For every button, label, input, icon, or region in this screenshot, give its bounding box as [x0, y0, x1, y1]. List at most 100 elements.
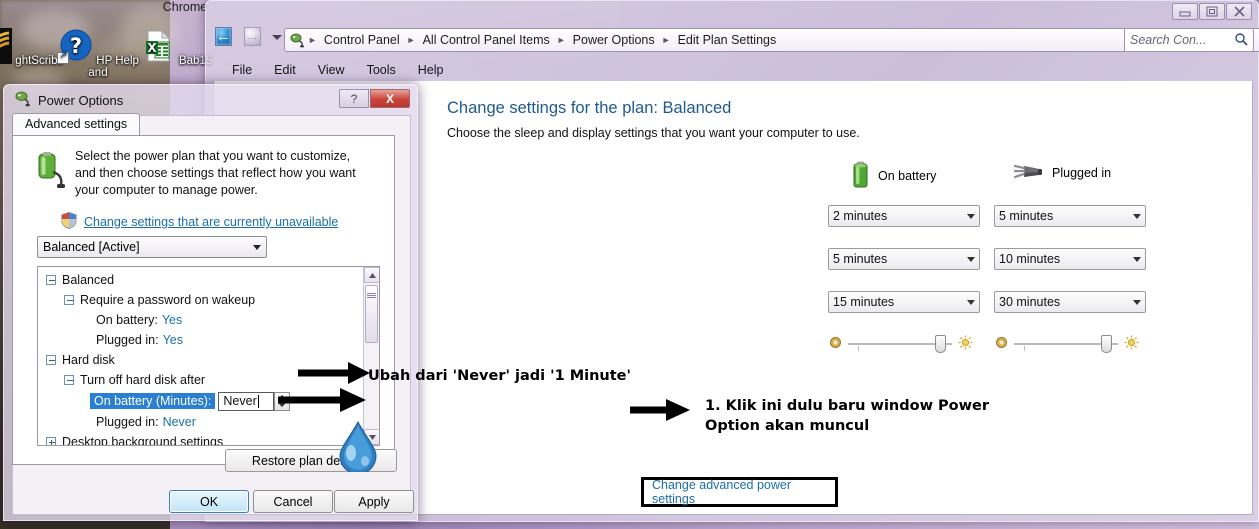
dim-display-battery-select[interactable]: 2 minutes — [828, 205, 980, 227]
turn-off-display-plugged-select[interactable]: 10 minutes — [994, 248, 1146, 270]
svg-text:X: X — [147, 41, 157, 55]
apply-button[interactable]: Apply — [334, 490, 414, 513]
select-value: 2 minutes — [833, 209, 888, 223]
dialog-cancel-button[interactable]: Cancel — [253, 490, 333, 513]
select-value: 15 minutes — [833, 295, 895, 309]
tree-scrollbar[interactable] — [363, 267, 379, 445]
forward-button[interactable]: → — [244, 27, 261, 46]
advanced-settings-tree[interactable]: Balanced Require a password on wakeup On… — [37, 266, 380, 446]
brightness-high-icon — [1124, 335, 1139, 353]
tree-label: Desktop background settings — [62, 435, 224, 446]
minimize-icon[interactable] — [1172, 3, 1198, 20]
search-placeholder: Search Con... — [1130, 33, 1207, 47]
minutes-spinner-input[interactable]: Never — [218, 391, 275, 411]
maximize-icon[interactable] — [1199, 3, 1225, 20]
explorer-titlebar — [206, 1, 1258, 23]
help-icon: ? — [350, 91, 358, 106]
advanced-link-label: Change advanced power settings — [652, 478, 791, 506]
chevron-down-icon — [967, 256, 975, 262]
menu-help[interactable]: Help — [409, 61, 453, 79]
tree-value[interactable]: Yes — [163, 333, 183, 347]
breadcrumb-all-items[interactable]: All Control Panel Items — [419, 32, 554, 48]
turn-off-display-battery-select[interactable]: 5 minutes — [828, 248, 980, 270]
tab-label: Advanced settings — [25, 117, 128, 131]
change-advanced-power-settings-link[interactable]: Change advanced power settings — [641, 477, 838, 507]
back-button[interactable]: ← — [215, 27, 232, 46]
dialog-close-button[interactable]: X — [370, 89, 410, 108]
dim-display-plugged-select[interactable]: 5 minutes — [994, 205, 1146, 227]
ok-label: OK — [199, 494, 219, 509]
tree-item-harddisk-plugged-in[interactable]: Plugged in: Never — [42, 412, 364, 432]
slider-track[interactable] — [848, 335, 952, 353]
tree-item-desktop-background-settings[interactable]: Desktop background settings — [42, 432, 364, 446]
select-value: 10 minutes — [999, 252, 1061, 266]
slider-thumb[interactable] — [1101, 335, 1112, 353]
slider-track[interactable] — [1014, 335, 1118, 353]
brightness-low-icon — [829, 336, 842, 352]
scroll-up-icon[interactable] — [364, 267, 379, 283]
water-droplet-cursor — [339, 420, 377, 472]
tree-value[interactable]: Yes — [162, 313, 182, 327]
svg-text:?: ? — [70, 34, 82, 58]
annotation-text-1: Ubah dari 'Never' jadi '1 Minute' — [368, 368, 631, 384]
cancel-label: Cancel — [273, 494, 313, 509]
menu-view[interactable]: View — [309, 61, 354, 79]
tab-advanced-settings[interactable]: Advanced settings — [12, 113, 141, 136]
dialog-tabstrip: Advanced settings — [12, 113, 395, 136]
search-icon — [1234, 32, 1248, 49]
advanced-settings-panel: Select the power plan that you want to c… — [12, 135, 397, 472]
tree-label: Hard disk — [62, 353, 115, 367]
tree-label-selected: On battery (Minutes): — [90, 393, 216, 409]
slider-thumb[interactable] — [935, 335, 946, 353]
dialog-window-controls: ? X — [339, 89, 410, 108]
tree-label: Balanced — [62, 273, 115, 287]
tree-item-password-plugged-in[interactable]: Plugged in: Yes — [42, 330, 364, 350]
expander-minus-icon[interactable] — [64, 375, 74, 385]
plan-select-value: Balanced [Active] — [43, 240, 140, 254]
help-button[interactable]: ? — [339, 89, 369, 108]
scrollbar-grip — [367, 293, 376, 298]
expander-plus-icon[interactable] — [46, 437, 56, 445]
power-options-icon — [289, 32, 305, 48]
breadcrumb-edit-plan-settings[interactable]: Edit Plan Settings — [674, 32, 781, 48]
battery-icon — [852, 161, 869, 191]
brightness-slider-battery[interactable] — [829, 335, 973, 353]
tree-label: Plugged in: — [96, 333, 159, 347]
power-options-icon — [14, 90, 31, 110]
tree-item-balanced[interactable]: Balanced — [42, 270, 364, 290]
breadcrumb-power-options[interactable]: Power Options — [569, 32, 659, 48]
recent-pages-chevron-icon[interactable] — [272, 35, 282, 40]
close-icon[interactable] — [1226, 3, 1252, 20]
search-input[interactable]: Search Con... — [1124, 28, 1254, 52]
chevron-down-icon — [1133, 213, 1141, 219]
power-plug-icon — [1013, 161, 1043, 184]
menu-edit[interactable]: Edit — [265, 61, 305, 79]
lightscribe-icon — [0, 28, 13, 64]
sleep-plugged-select[interactable]: 30 minutes — [994, 291, 1146, 313]
breadcrumb-control-panel[interactable]: Control Panel — [320, 32, 404, 48]
change-unavailable-link-label: Change settings that are currently unava… — [84, 215, 339, 229]
power-plan-select[interactable]: Balanced [Active] — [37, 236, 267, 258]
brightness-slider-plugged[interactable] — [995, 335, 1139, 353]
breadcrumb-sep: ► — [661, 35, 671, 45]
sleep-battery-select[interactable]: 15 minutes — [828, 291, 980, 313]
brightness-high-icon — [958, 335, 973, 353]
tree-label: Plugged in: — [96, 415, 159, 429]
expander-minus-icon[interactable] — [64, 295, 74, 305]
tree-value[interactable]: Never — [163, 415, 196, 429]
expander-minus-icon[interactable] — [46, 355, 56, 365]
menu-file[interactable]: File — [223, 61, 261, 79]
menu-tools[interactable]: Tools — [358, 61, 405, 79]
page-title: Change settings for the plan: Balanced — [447, 99, 732, 117]
expander-minus-icon[interactable] — [46, 275, 56, 285]
tree-item-password-on-battery[interactable]: On battery: Yes — [42, 310, 364, 330]
ok-button[interactable]: OK — [169, 490, 249, 513]
brightness-low-icon — [995, 336, 1008, 352]
battery-plug-icon — [35, 150, 69, 190]
chevron-down-icon — [967, 299, 975, 305]
change-unavailable-settings-link[interactable]: Change settings that are currently unava… — [61, 211, 339, 232]
shield-icon — [61, 211, 77, 232]
tree-item-require-password[interactable]: Require a password on wakeup — [42, 290, 364, 310]
apply-label: Apply — [358, 494, 390, 509]
breadcrumb[interactable]: ► Control Panel ► All Control Panel Item… — [284, 28, 1259, 52]
